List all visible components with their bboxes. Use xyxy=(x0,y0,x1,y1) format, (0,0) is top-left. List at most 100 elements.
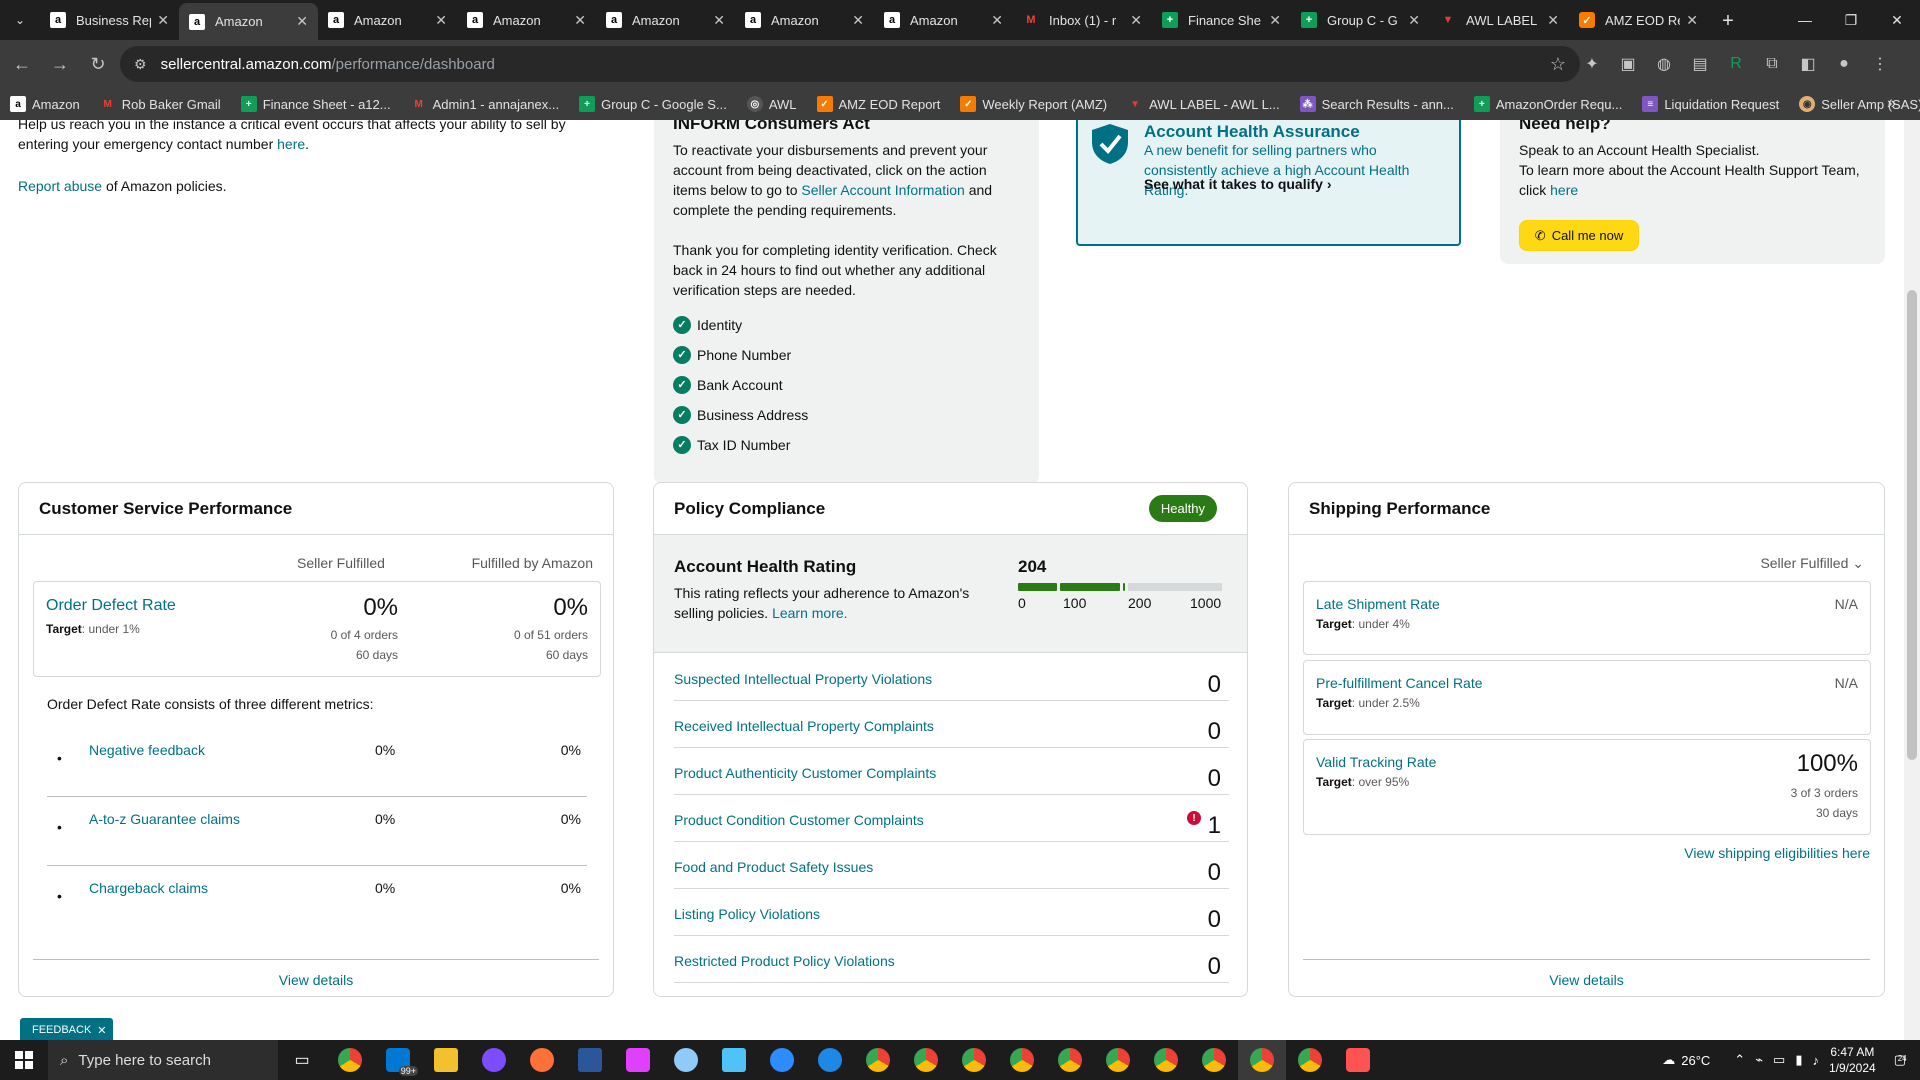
bookmark-item[interactable]: ✓ Weekly Report (AMZ) xyxy=(960,96,1107,112)
close-tab-icon[interactable]: ✕ xyxy=(713,12,725,29)
browser-tab[interactable]: a Amazon ✕ xyxy=(874,3,1013,37)
scrollbar-thumb[interactable] xyxy=(1907,290,1917,760)
shipping-eligibilities-link[interactable]: View shipping eligibilities here xyxy=(1684,845,1870,861)
volume-icon[interactable]: ♪ xyxy=(1812,1053,1819,1068)
task-view-icon[interactable]: ▭ xyxy=(278,1040,326,1080)
browser-tab[interactable]: ▼ AWL LABEL ✕ xyxy=(1430,3,1569,37)
bookmark-item[interactable]: ≡ Liquidation Request xyxy=(1642,96,1779,112)
close-icon[interactable]: ✕ xyxy=(97,1024,106,1037)
restore-icon[interactable]: ❐ xyxy=(1828,0,1874,40)
bookmark-item[interactable]: ✓ AMZ EOD Report xyxy=(816,96,940,112)
browser-tab[interactable]: M Inbox (1) - r ✕ xyxy=(1013,3,1152,37)
zoom-icon[interactable] xyxy=(758,1040,806,1080)
metric-link[interactable]: Chargeback claims xyxy=(89,880,208,896)
bookmark-item[interactable]: a Amazon xyxy=(10,96,80,112)
forward-icon[interactable]: → xyxy=(44,48,76,80)
policy-link[interactable]: Food and Product Safety Issues xyxy=(674,859,873,875)
close-tab-icon[interactable]: ✕ xyxy=(1130,12,1142,29)
network-icon[interactable]: ⌁ xyxy=(1755,1052,1763,1068)
chrome-icon[interactable] xyxy=(998,1040,1046,1080)
app-icon[interactable] xyxy=(662,1040,710,1080)
pre-fulfillment-cancel-link[interactable]: Pre-fulfillment Cancel Rate xyxy=(1316,675,1483,691)
notifications-icon[interactable]: ▢ 24 xyxy=(1894,1052,1907,1068)
bookmark-item[interactable]: M Rob Baker Gmail xyxy=(100,96,221,112)
chrome-icon[interactable] xyxy=(1046,1040,1094,1080)
chrome-icon[interactable] xyxy=(1238,1040,1286,1080)
fulfillment-dropdown[interactable]: Seller Fulfilled ⌄ xyxy=(1760,555,1864,572)
close-tab-icon[interactable]: ✕ xyxy=(852,12,864,29)
order-defect-rate-link[interactable]: Order Defect Rate xyxy=(46,597,176,615)
close-window-icon[interactable]: ✕ xyxy=(1874,0,1920,40)
bookmark-item[interactable]: + Finance Sheet - a12... xyxy=(240,96,391,112)
help-here-link[interactable]: here xyxy=(1550,182,1578,198)
app-icon[interactable] xyxy=(1334,1040,1382,1080)
minimize-icon[interactable]: — xyxy=(1782,0,1828,40)
close-tab-icon[interactable]: ✕ xyxy=(157,12,169,29)
reload-icon[interactable]: ↻ xyxy=(82,48,114,80)
close-tab-icon[interactable]: ✕ xyxy=(1547,12,1559,29)
bookmark-item[interactable]: ⁂ Search Results - ann... xyxy=(1299,96,1454,112)
bookmark-item[interactable]: ◎ AWL xyxy=(746,96,797,112)
valid-tracking-rate-link[interactable]: Valid Tracking Rate xyxy=(1316,754,1436,770)
chrome-icon[interactable] xyxy=(902,1040,950,1080)
browser-tab[interactable]: a Amazon ✕ xyxy=(457,3,596,37)
bookmark-item[interactable]: M Admin1 - annajanex... xyxy=(411,96,559,112)
bookmark-item[interactable]: + Group C - Google S... xyxy=(579,96,727,112)
bookmark-star-icon[interactable]: ☆ xyxy=(1550,54,1566,75)
policy-link[interactable]: Suspected Intellectual Property Violatio… xyxy=(674,671,932,687)
browser-tab[interactable]: ✓ AMZ EOD Re ✕ xyxy=(1569,3,1708,37)
clock[interactable]: 6:47 AM 1/9/2024 xyxy=(1829,1044,1876,1076)
aha-qualify-link[interactable]: See what it takes to qualify › xyxy=(1144,176,1332,192)
app-icon[interactable] xyxy=(470,1040,518,1080)
app-icon[interactable] xyxy=(710,1040,758,1080)
browser-tab[interactable]: a Amazon ✕ xyxy=(318,3,457,37)
new-tab-button[interactable]: + xyxy=(1708,3,1748,40)
browser-tab[interactable]: a Business Rep ✕ xyxy=(40,3,179,37)
sp-view-details-link[interactable]: View details xyxy=(1289,972,1884,988)
bookmark-item[interactable]: ▼ AWL LABEL - AWL L... xyxy=(1127,96,1279,112)
site-info-icon[interactable]: ⚙ xyxy=(134,56,147,73)
chrome-icon[interactable] xyxy=(1286,1040,1334,1080)
extension-icon[interactable]: ▣ xyxy=(1614,48,1642,80)
firefox-icon[interactable] xyxy=(518,1040,566,1080)
app-icon[interactable] xyxy=(614,1040,662,1080)
extensions-puzzle-icon[interactable]: ⧉ xyxy=(1758,48,1786,80)
weather-icon[interactable]: ☁ xyxy=(1662,1052,1675,1068)
browser-tab[interactable]: a Amazon ✕ xyxy=(179,3,318,40)
back-icon[interactable]: ← xyxy=(6,48,38,80)
close-tab-icon[interactable]: ✕ xyxy=(574,12,586,29)
policy-link[interactable]: Product Authenticity Customer Complaints xyxy=(674,765,936,781)
extension-icon[interactable]: R xyxy=(1722,48,1750,80)
chrome-icon[interactable] xyxy=(854,1040,902,1080)
contact-here-link[interactable]: here xyxy=(277,136,305,152)
metric-link[interactable]: A-to-z Guarantee claims xyxy=(89,811,240,827)
browser-tab[interactable]: a Amazon ✕ xyxy=(596,3,735,37)
close-tab-icon[interactable]: ✕ xyxy=(435,12,447,29)
file-explorer-icon[interactable] xyxy=(422,1040,470,1080)
weather-temp[interactable]: 26°C xyxy=(1681,1053,1710,1068)
extension-icon[interactable]: ◍ xyxy=(1650,48,1678,80)
chrome-icon[interactable] xyxy=(326,1040,374,1080)
chrome-icon[interactable] xyxy=(1142,1040,1190,1080)
policy-link[interactable]: Restricted Product Policy Violations xyxy=(674,953,895,969)
tab-search-dropdown[interactable]: ⌄ xyxy=(0,0,40,40)
policy-link[interactable]: Listing Policy Violations xyxy=(674,906,820,922)
extension-icon[interactable]: ▤ xyxy=(1686,48,1714,80)
profile-avatar[interactable]: ● xyxy=(1830,48,1858,80)
browser-tab[interactable]: + Finance She ✕ xyxy=(1152,3,1291,37)
feedback-tab[interactable]: FEEDBACK ✕ xyxy=(20,1018,113,1040)
policy-link[interactable]: Product Condition Customer Complaints xyxy=(674,812,924,828)
learn-more-link[interactable]: Learn more. xyxy=(772,605,847,621)
chrome-icon[interactable] xyxy=(1190,1040,1238,1080)
page-scrollbar[interactable] xyxy=(1904,120,1920,1040)
chrome-icon[interactable] xyxy=(1094,1040,1142,1080)
battery-icon[interactable]: ▮ xyxy=(1795,1052,1802,1068)
close-tab-icon[interactable]: ✕ xyxy=(1686,12,1698,29)
browser-tab[interactable]: a Amazon ✕ xyxy=(735,3,874,37)
bookmark-item[interactable]: + AmazonOrder Requ... xyxy=(1473,96,1622,112)
browser-tab[interactable]: + Group C - G ✕ xyxy=(1291,3,1430,37)
taskbar-search[interactable]: ⌕ Type here to search xyxy=(48,1040,278,1080)
policy-link[interactable]: Received Intellectual Property Complaint… xyxy=(674,718,934,734)
display-icon[interactable]: ▭ xyxy=(1773,1052,1785,1068)
calculator-icon[interactable] xyxy=(566,1040,614,1080)
